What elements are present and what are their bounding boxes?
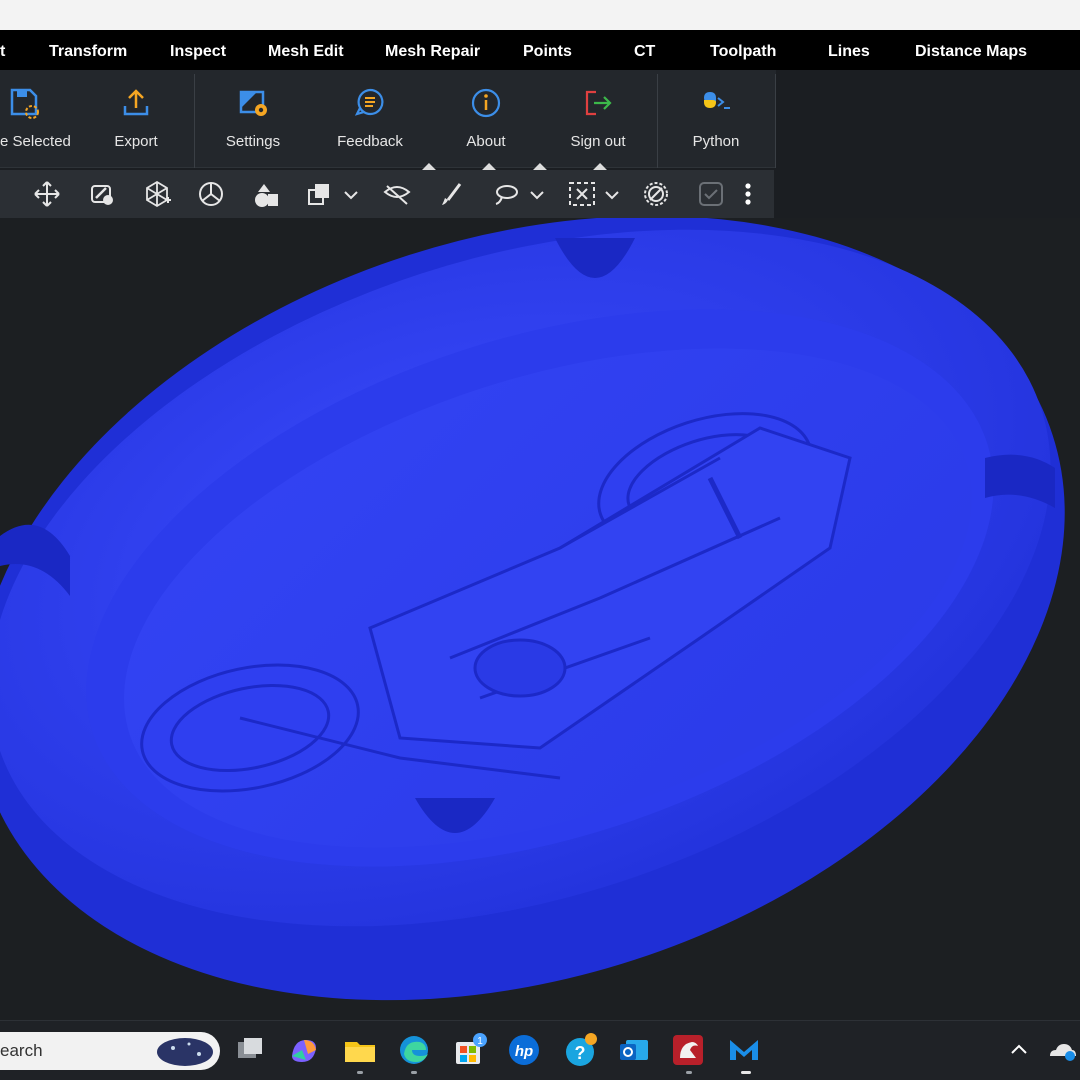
checkbox-icon[interactable] — [695, 178, 727, 210]
ribbon-divider — [657, 74, 658, 168]
export-label: Export — [114, 133, 158, 150]
hp-icon[interactable]: hp — [506, 1032, 542, 1068]
menu-item-ct[interactable]: CT — [634, 30, 655, 70]
window-title-bar — [0, 0, 1080, 30]
svg-text:?: ? — [575, 1043, 586, 1063]
meshinspector-active-indicator — [741, 1071, 751, 1074]
python-label: Python — [692, 133, 740, 150]
box-select-icon[interactable] — [566, 178, 598, 210]
file-explorer-running-indicator — [357, 1071, 363, 1074]
export-icon — [123, 89, 149, 116]
settings-icon — [239, 90, 267, 116]
lasso-icon[interactable] — [490, 178, 522, 210]
menu-item-transform[interactable]: Transform — [49, 30, 127, 70]
chevron-up-icon[interactable] — [1004, 1032, 1034, 1068]
about-button[interactable]: About — [455, 70, 517, 168]
settings-button[interactable]: Settings — [212, 70, 294, 168]
game-app-running-indicator — [686, 1071, 692, 1074]
task-view-icon[interactable] — [232, 1032, 268, 1068]
menu-item-distance-maps[interactable]: Distance Maps — [915, 30, 1027, 70]
copilot-icon[interactable] — [286, 1032, 322, 1068]
export-button[interactable]: Export — [100, 70, 172, 168]
ribbon-divider — [775, 74, 776, 168]
about-label: About — [466, 133, 506, 150]
menu-item-mesh-edit[interactable]: Mesh Edit — [268, 30, 344, 70]
feedback-label: Feedback — [337, 133, 403, 150]
taskbar-search-input[interactable]: earch — [0, 1032, 220, 1070]
transform-icon[interactable] — [141, 178, 173, 210]
hide-icon[interactable] — [381, 178, 413, 210]
menu-item-toolpath[interactable]: Toolpath — [710, 30, 776, 70]
feedback-icon — [354, 88, 384, 116]
ashtray-mesh[interactable] — [0, 218, 1080, 1020]
game-app-icon[interactable] — [670, 1032, 706, 1068]
menu-item-mesh-repair[interactable]: Mesh Repair — [385, 30, 480, 70]
menu-item-lines[interactable]: Lines — [828, 30, 870, 70]
info-icon — [471, 88, 501, 118]
brush-icon[interactable] — [436, 178, 468, 210]
settings-label: Settings — [225, 133, 281, 150]
save-selected-label: e Selected — [0, 133, 71, 150]
onedrive-icon[interactable] — [1044, 1032, 1080, 1068]
menu-item-inspect[interactable]: Inspect — [170, 30, 226, 70]
edge-running-indicator — [411, 1071, 417, 1074]
python-icon — [704, 92, 730, 109]
shapes-icon[interactable] — [250, 178, 282, 210]
lasso-chevron-down-icon[interactable] — [526, 178, 548, 210]
save-selected-button[interactable]: e Selected — [0, 70, 72, 168]
sign-out-button[interactable]: Sign out — [562, 70, 634, 168]
edge-icon[interactable] — [396, 1032, 432, 1068]
3d-viewport[interactable] — [0, 218, 1080, 1020]
feedback-button[interactable]: Feedback — [330, 70, 410, 168]
menu-item-edit[interactable]: t — [0, 30, 5, 70]
store-icon[interactable]: 1 — [452, 1032, 488, 1068]
copy-chevron-down-icon[interactable] — [340, 178, 362, 210]
sign-out-label: Sign out — [570, 133, 626, 150]
sign-out-icon — [585, 90, 612, 116]
select-object-icon[interactable] — [86, 178, 118, 210]
meshinspector-icon[interactable] — [726, 1032, 762, 1068]
svg-text:hp: hp — [515, 1043, 533, 1060]
menu-item-points[interactable]: Points — [523, 30, 572, 70]
box-select-chevron-down-icon[interactable] — [601, 178, 623, 210]
move-icon[interactable] — [31, 178, 63, 210]
more-icon[interactable] — [736, 178, 760, 210]
menu-bar: t Transform Inspect Mesh Edit Mesh Repai… — [0, 30, 1080, 70]
mercedes-icon[interactable] — [195, 178, 227, 210]
search-highlight-image — [157, 1038, 213, 1066]
save-icon — [10, 88, 39, 119]
deselect-icon[interactable] — [640, 178, 672, 210]
ribbon-divider — [194, 74, 195, 168]
file-explorer-icon[interactable] — [342, 1032, 378, 1068]
python-button[interactable]: Python — [680, 70, 752, 168]
help-icon[interactable]: ? — [562, 1032, 598, 1068]
store-badge: 1 — [477, 1036, 483, 1047]
outlook-icon[interactable] — [616, 1032, 652, 1068]
copy-icon[interactable] — [305, 178, 337, 210]
search-text: earch — [0, 1041, 43, 1060]
